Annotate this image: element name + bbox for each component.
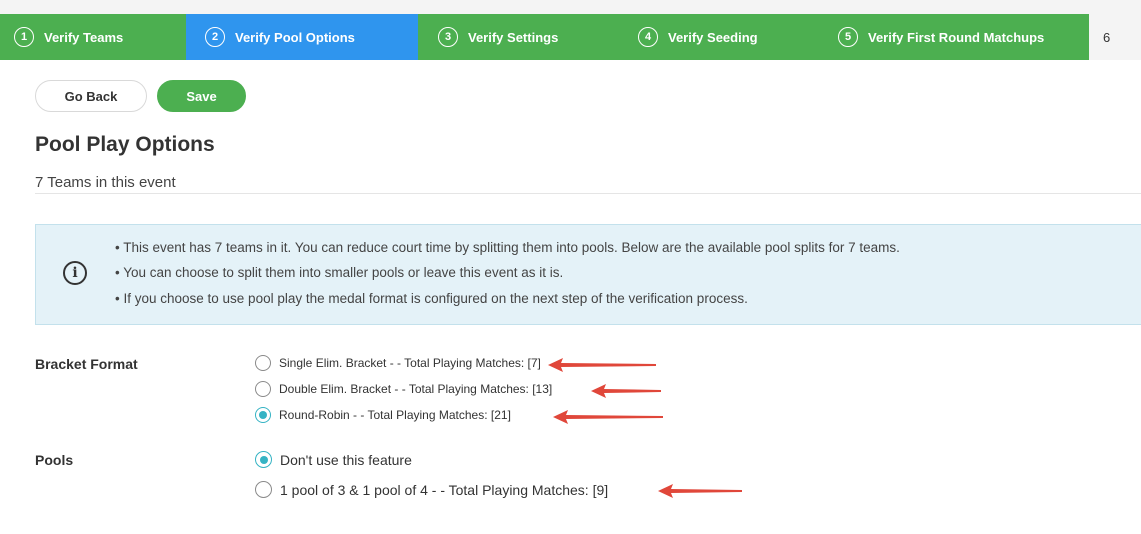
verification-steps: 1 Verify Teams 2 Verify Pool Options 3 V… — [0, 14, 1141, 60]
step-label: Verify Seeding — [668, 29, 758, 45]
step-number-badge: 1 — [14, 27, 34, 47]
step-label: Verify Settings — [468, 29, 559, 45]
step-number-badge: 4 — [638, 27, 658, 47]
step-verify-teams[interactable]: 1 Verify Teams — [0, 14, 186, 60]
bracket-option-single-elim[interactable]: Single Elim. Bracket - - Total Playing M… — [255, 355, 541, 371]
info-line: • If you choose to use pool play the med… — [115, 291, 748, 306]
step-number-badge: 2 — [205, 27, 225, 47]
page-title: Pool Play Options — [35, 133, 215, 156]
step-label: Verify Teams — [44, 29, 124, 45]
step-label: Verify First Round Matchups — [868, 29, 1045, 45]
option-label: Double Elim. Bracket - - Total Playing M… — [279, 382, 553, 396]
option-label: Round-Robin - - Total Playing Matches: [… — [279, 408, 511, 422]
bracket-option-double-elim[interactable]: Double Elim. Bracket - - Total Playing M… — [255, 381, 552, 397]
divider — [35, 193, 1141, 194]
step-label: Verify Pool Options — [235, 29, 355, 45]
bracket-format-label: Bracket Format — [35, 356, 138, 372]
step-verify-seeding[interactable]: 4 Verify Seeding — [619, 14, 819, 60]
radio-button-selected[interactable] — [255, 407, 271, 423]
step-number-badge: 3 — [438, 27, 458, 47]
option-label: 1 pool of 3 & 1 pool of 4 - - Total Play… — [280, 481, 609, 498]
annotation-arrow-icon — [548, 358, 656, 372]
step-verify-pool-options[interactable]: 2 Verify Pool Options — [186, 14, 418, 60]
annotation-arrow-icon — [553, 410, 663, 424]
pool-option-3-and-4[interactable]: 1 pool of 3 & 1 pool of 4 - - Total Play… — [255, 481, 608, 498]
option-label: Don't use this feature — [280, 451, 412, 468]
pools-label: Pools — [35, 452, 74, 468]
bracket-option-round-robin[interactable]: Round-Robin - - Total Playing Matches: [… — [255, 407, 511, 423]
radio-button[interactable] — [255, 381, 271, 397]
info-circle-icon: i — [63, 261, 87, 285]
radio-button[interactable] — [255, 355, 271, 371]
option-label: Single Elim. Bracket - - Total Playing M… — [279, 356, 541, 370]
step-number-badge: 5 — [838, 27, 858, 47]
info-line: • You can choose to split them into smal… — [115, 265, 564, 280]
radio-button-selected[interactable] — [255, 451, 272, 468]
step-verify-settings[interactable]: 3 Verify Settings — [418, 14, 619, 60]
pool-option-dont-use[interactable]: Don't use this feature — [255, 451, 412, 468]
annotation-arrow-icon — [658, 484, 742, 498]
go-back-button[interactable]: Go Back — [35, 80, 147, 112]
annotation-arrow-icon — [591, 384, 661, 398]
top-strip — [0, 0, 1141, 14]
save-button[interactable]: Save — [157, 80, 246, 112]
info-line: • This event has 7 teams in it. You can … — [115, 240, 900, 255]
step-number: 6 — [1103, 29, 1111, 45]
info-alert: i • This event has 7 teams in it. You ca… — [35, 224, 1141, 325]
page-subtitle: 7 Teams in this event — [35, 174, 176, 191]
radio-button[interactable] — [255, 481, 272, 498]
step-verify-first-round-matchups[interactable]: 5 Verify First Round Matchups — [819, 14, 1089, 60]
step-6-partial[interactable]: 6 — [1089, 14, 1141, 60]
